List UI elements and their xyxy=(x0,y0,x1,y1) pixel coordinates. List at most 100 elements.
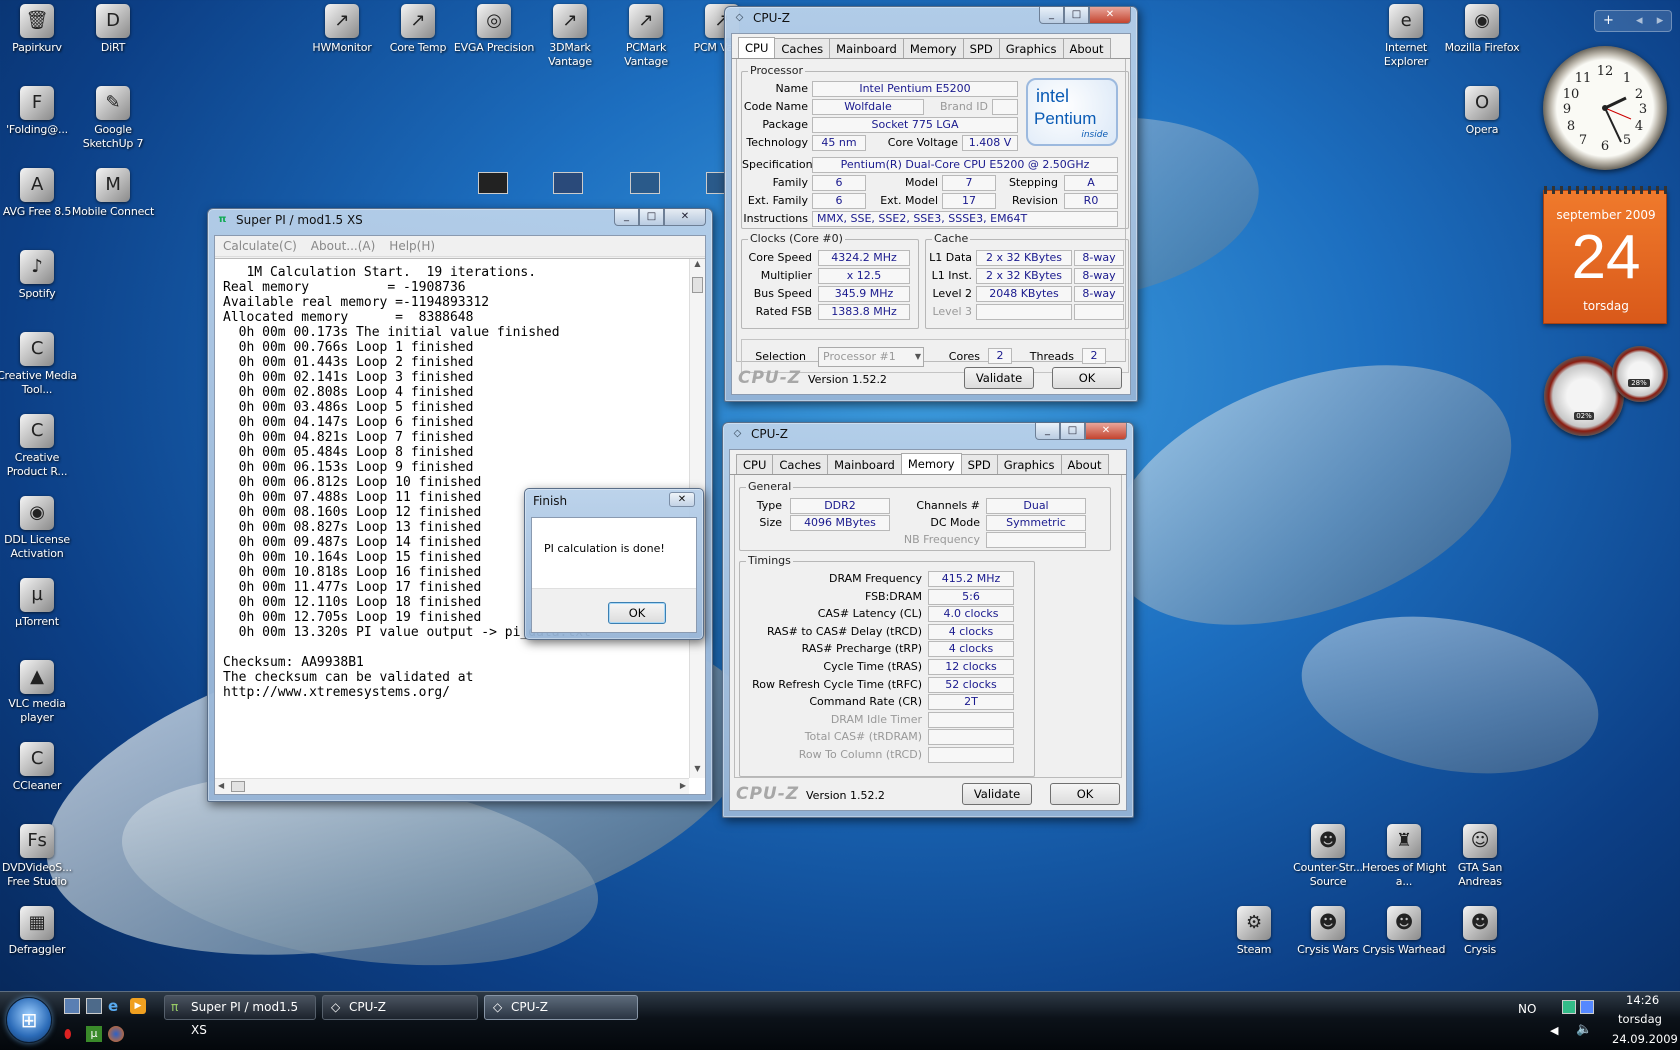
cpuz-cpu-window[interactable]: ◇ CPU-Z _ □ ✕ CPU Caches Mainboard Memor… xyxy=(724,6,1138,402)
scroll-down-icon[interactable]: ▼ xyxy=(690,764,705,778)
next-gadget-icon[interactable]: ▸ xyxy=(1657,13,1664,28)
desktop-left-icon-13[interactable]: Fs DVDVideoS... Free Studio xyxy=(0,824,79,889)
horizontal-scrollbar[interactable]: ◀ ▶ xyxy=(215,778,689,794)
desktop-right-icon-0[interactable]: e Internet Explorer xyxy=(1364,4,1448,69)
desktop-left-icon-9[interactable]: ◉ DDL License Activation xyxy=(0,496,79,561)
minimize-button[interactable]: _ xyxy=(614,209,639,226)
menu-about[interactable]: About...(A) xyxy=(311,239,376,253)
prev-gadget-icon[interactable]: ◂ xyxy=(1636,13,1643,28)
desktop-left-icon-1[interactable]: D DiRT xyxy=(71,4,155,55)
menu-help[interactable]: Help(H) xyxy=(389,239,435,253)
desktop-br-icon-6[interactable]: ☻ Crysis xyxy=(1438,906,1522,957)
superpi-titlebar[interactable]: π Super PI / mod1.5 XS _ □ ✕ xyxy=(208,209,712,231)
finish-close-button[interactable]: ✕ xyxy=(669,492,695,507)
close-button[interactable]: ✕ xyxy=(1089,7,1131,24)
clock-gadget[interactable]: 12 1 2 345 678 9 10 11 xyxy=(1543,46,1667,170)
close-button[interactable]: ✕ xyxy=(1085,423,1127,440)
validate-button[interactable]: Validate xyxy=(964,367,1034,389)
ok-button[interactable]: OK xyxy=(1052,367,1122,389)
desktop-left-icon-6[interactable]: ♪ Spotify xyxy=(0,250,79,301)
thumbnail[interactable] xyxy=(478,172,508,194)
scroll-left-icon[interactable]: ◀ xyxy=(218,781,224,790)
scroll-thumb[interactable] xyxy=(692,277,703,293)
desktop-br-icon-1[interactable]: ♜ Heroes of Might a... xyxy=(1362,824,1446,889)
network-icon[interactable] xyxy=(1562,1000,1576,1014)
taskbar-superpi[interactable]: π Super PI / mod1.5 XS xyxy=(164,995,316,1037)
desktop-top-icon-2[interactable]: ◎ EVGA Precision xyxy=(452,4,536,55)
cpuz-memory-window[interactable]: ◇ CPU-Z _ □ ✕ CPU Caches Mainboard Memor… xyxy=(722,422,1134,818)
scroll-up-icon[interactable]: ▲ xyxy=(690,259,705,273)
desktop-left-icon-0[interactable]: 🗑 Papirkurv xyxy=(0,4,79,55)
tab-spd[interactable]: SPD xyxy=(960,454,998,474)
desktop-left-icon-12[interactable]: C CCleaner xyxy=(0,742,79,793)
app-icon[interactable]: ⬮ xyxy=(64,1026,80,1042)
tab-memory[interactable]: Memory xyxy=(900,453,962,474)
minimize-button[interactable]: _ xyxy=(1035,423,1060,440)
tab-cpu[interactable]: CPU xyxy=(738,37,776,58)
ok-button[interactable]: OK xyxy=(1050,783,1120,805)
tab-mainboard[interactable]: Mainboard xyxy=(829,38,904,58)
show-hidden-icons[interactable]: ◀ xyxy=(1550,1024,1558,1037)
desktop-br-icon-0[interactable]: ☻ Counter-Str... Source xyxy=(1286,824,1370,889)
desktop-left-icon-10[interactable]: µ µTorrent xyxy=(0,578,79,629)
thumbnail[interactable] xyxy=(706,172,726,194)
desktop-left-icon-5[interactable]: M Mobile Connect xyxy=(71,168,155,219)
desktop-br-icon-3[interactable]: ⚙ Steam xyxy=(1212,906,1296,957)
tab-memory[interactable]: Memory xyxy=(902,38,964,58)
maximize-button[interactable]: □ xyxy=(639,209,664,226)
minimize-button[interactable]: _ xyxy=(1039,7,1064,24)
maximize-button[interactable]: □ xyxy=(1060,423,1085,440)
volume-icon[interactable]: 🔈 xyxy=(1576,1022,1592,1037)
desktop-right-icon-1[interactable]: ◉ Mozilla Firefox xyxy=(1440,4,1524,55)
switch-windows-icon[interactable] xyxy=(86,998,102,1014)
clock-date[interactable]: 24.09.2009 xyxy=(1612,1032,1678,1046)
desktop-left-icon-14[interactable]: ▦ Defraggler xyxy=(0,906,79,957)
tab-about[interactable]: About xyxy=(1060,454,1109,474)
clock-time[interactable]: 14:26 xyxy=(1626,993,1659,1007)
clock-day[interactable]: torsdag xyxy=(1618,1012,1662,1026)
desktop-br-icon-2[interactable]: ☺ GTA San Andreas xyxy=(1438,824,1522,889)
start-button[interactable]: ⊞ xyxy=(6,997,52,1043)
ie-icon[interactable]: e xyxy=(108,998,124,1014)
tab-graphics[interactable]: Graphics xyxy=(998,38,1064,58)
maximize-button[interactable]: □ xyxy=(1064,7,1089,24)
desktop-left-icon-2[interactable]: F 'Folding@... xyxy=(0,86,79,137)
finish-ok-button[interactable]: OK xyxy=(608,602,666,624)
thumbnail[interactable] xyxy=(553,172,583,194)
ram-meter-gadget[interactable]: 28% xyxy=(1612,346,1668,402)
media-player-icon[interactable]: ▶ xyxy=(130,998,146,1014)
tab-mainboard[interactable]: Mainboard xyxy=(827,454,902,474)
desktop-left-icon-4[interactable]: A AVG Free 8.5 xyxy=(0,168,79,219)
close-button[interactable]: ✕ xyxy=(664,209,706,226)
tab-spd[interactable]: SPD xyxy=(962,38,1000,58)
tab-graphics[interactable]: Graphics xyxy=(996,454,1062,474)
desktop-top-icon-1[interactable]: ↗ Core Temp xyxy=(376,4,460,55)
desktop-left-icon-7[interactable]: C Creative Media Tool... xyxy=(0,332,79,397)
menu-calculate[interactable]: Calculate(C) xyxy=(223,239,297,253)
desktop-top-icon-3[interactable]: ↗ 3DMark Vantage xyxy=(528,4,612,69)
tab-about[interactable]: About xyxy=(1062,38,1111,58)
validate-button[interactable]: Validate xyxy=(962,783,1032,805)
desktop-br-icon-4[interactable]: ☻ Crysis Wars xyxy=(1286,906,1370,957)
scroll-right-icon[interactable]: ▶ xyxy=(680,781,686,790)
language-indicator[interactable]: NO xyxy=(1518,1002,1536,1016)
utorrent-icon[interactable]: µ xyxy=(86,1026,102,1042)
desktop-top-icon-0[interactable]: ↗ HWMonitor xyxy=(300,4,384,55)
tab-caches[interactable]: Caches xyxy=(774,38,831,58)
tab-cpu[interactable]: CPU xyxy=(736,454,774,474)
sync-icon[interactable] xyxy=(1580,1000,1594,1014)
add-gadget-icon[interactable]: + xyxy=(1603,13,1614,28)
desktop-left-icon-3[interactable]: ✎ Google SketchUp 7 xyxy=(71,86,155,151)
tab-caches[interactable]: Caches xyxy=(772,454,829,474)
finish-dialog[interactable]: Finish ✕ PI calculation is done! OK xyxy=(524,488,704,640)
desktop-right-icon-2[interactable]: O Opera xyxy=(1440,86,1524,137)
desktop-left-icon-8[interactable]: C Creative Product R... xyxy=(0,414,79,479)
calendar-gadget[interactable]: september 2009 24 torsdag xyxy=(1543,186,1668,324)
thumbnail[interactable] xyxy=(630,172,660,194)
firefox-icon[interactable] xyxy=(108,1026,124,1042)
show-desktop-icon[interactable] xyxy=(64,998,80,1014)
taskbar-cpuz-2[interactable]: ◇ CPU-Z xyxy=(484,995,638,1020)
taskbar-cpuz-1[interactable]: ◇ CPU-Z xyxy=(322,995,478,1020)
desktop-br-icon-5[interactable]: ☻ Crysis Warhead xyxy=(1362,906,1446,957)
finish-titlebar[interactable]: Finish ✕ xyxy=(525,489,703,513)
